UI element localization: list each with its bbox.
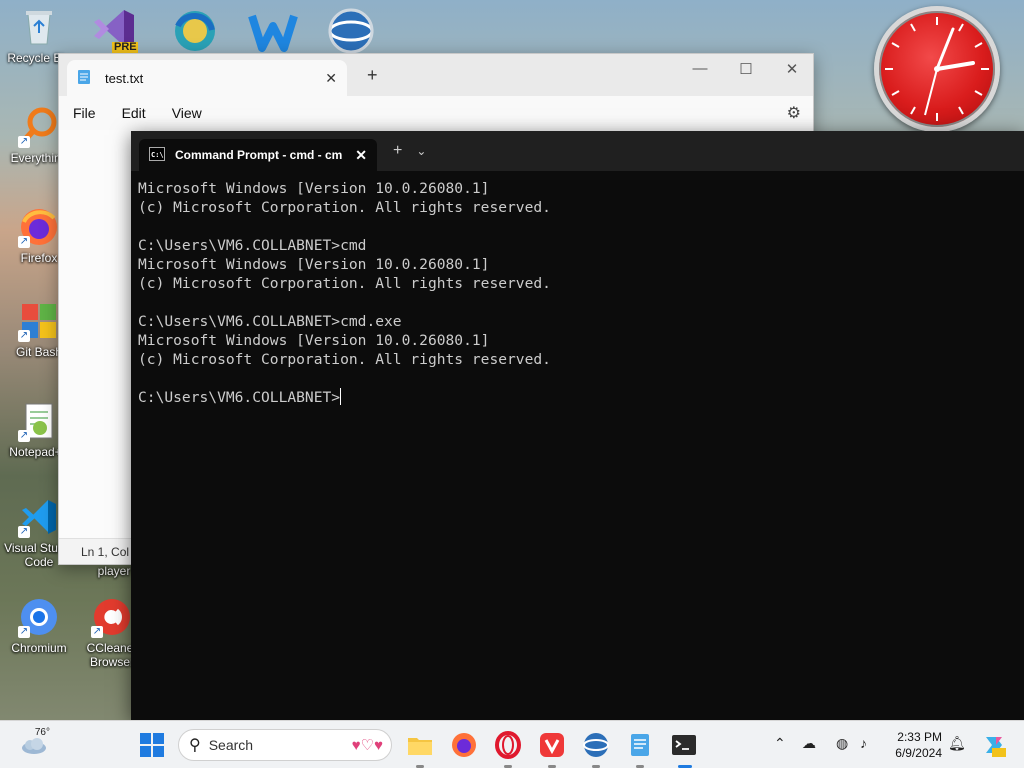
chevron-up-icon[interactable]: ⌃	[774, 735, 786, 752]
notepad-menu-bar: File Edit View ⚙	[59, 96, 813, 130]
firefox-icon: ↗	[18, 206, 60, 248]
shortcut-arrow-icon: ↗	[18, 526, 30, 538]
wing-shortcut[interactable]	[248, 6, 298, 56]
vscode-icon: ↗	[18, 496, 60, 538]
taskbar-opera[interactable]	[494, 731, 522, 759]
terminal-tab-title: Command Prompt - cmd - cm	[175, 148, 343, 162]
terminal-line: C:\Users\VM6.COLLABNET>cmd.exe	[138, 313, 402, 330]
copilot-button[interactable]	[980, 731, 1008, 759]
menu-file[interactable]: File	[73, 105, 96, 121]
shortcut-arrow-icon: ↗	[18, 430, 30, 442]
menu-edit[interactable]: Edit	[122, 105, 146, 121]
ccleaner-browser-icon: ↗	[91, 596, 133, 638]
search-highlight-icon: ♥♡♥	[351, 737, 383, 754]
shortcut-arrow-icon: ↗	[18, 236, 30, 248]
visual-studio-preview-shortcut[interactable]: PRE	[90, 6, 140, 56]
taskbar-search[interactable]: ⚲ Search ♥♡♥	[178, 729, 392, 761]
taskbar-terminal[interactable]	[670, 731, 698, 759]
new-tab-button[interactable]: +	[367, 65, 378, 86]
taskbar: 76° ⚲ Search ♥♡♥ ⌃ ☁ ◍ ♪ 2:33 PM 6/9/202…	[0, 720, 1024, 768]
pre-badge: PRE	[114, 41, 137, 53]
notepad-tab-bar: test.txt ✕ + — ☐ ✕	[59, 54, 813, 96]
desktop-icon-chromium[interactable]: ↗ Chromium	[0, 596, 78, 655]
taskbar-clock[interactable]: 2:33 PM 6/9/2024	[886, 729, 942, 761]
terminal-line: Microsoft Windows [Version 10.0.26080.1]	[138, 332, 490, 349]
terminal-output[interactable]: Microsoft Windows [Version 10.0.26080.1]…	[131, 171, 1024, 415]
terminal-icon	[672, 735, 696, 755]
terminal-tab[interactable]: C:\ Command Prompt - cmd - cm ✕	[139, 139, 377, 171]
svg-text:C:\: C:\	[151, 151, 164, 159]
edge-dev-icon	[175, 11, 215, 51]
terminal-line: Microsoft Windows [Version 10.0.26080.1]	[138, 256, 490, 273]
new-tab-button[interactable]: +	[393, 142, 402, 160]
taskbar-firefox[interactable]	[450, 731, 478, 759]
terminal-line: (c) Microsoft Corporation. All rights re…	[138, 275, 551, 292]
terminal-window[interactable]: C:\ Command Prompt - cmd - cm ✕ + ⌄ Micr…	[131, 131, 1024, 720]
copilot-pre-icon	[986, 737, 1006, 757]
cloud-icon	[22, 738, 46, 754]
taskbar-globe-browser[interactable]	[582, 731, 610, 759]
close-window-button[interactable]: ✕	[777, 60, 807, 78]
terminal-prompt: C:\Users\VM6.COLLABNET>	[138, 389, 341, 406]
globe-browser-shortcut[interactable]	[326, 6, 376, 56]
clock-face-icon	[885, 17, 989, 121]
file-explorer-icon	[408, 738, 432, 755]
taskbar-time: 2:33 PM	[897, 730, 942, 744]
chromium-icon: ↗	[18, 596, 60, 638]
volume-icon[interactable]: ♪	[860, 735, 867, 751]
chevron-down-icon[interactable]: ⌄	[416, 144, 426, 158]
menu-view[interactable]: View	[172, 105, 202, 121]
terminal-tab-bar: C:\ Command Prompt - cmd - cm ✕ + ⌄	[131, 131, 1024, 171]
windows-logo-icon	[140, 733, 164, 757]
taskbar-date: 6/9/2024	[895, 746, 942, 760]
network-icon[interactable]: ◍	[836, 735, 848, 752]
everything-search-icon: ↗	[18, 106, 60, 148]
notification-bell-icon[interactable]: 🔔︎	[948, 735, 966, 752]
notepad-tab-title: test.txt	[105, 70, 144, 86]
onedrive-icon[interactable]: ☁	[802, 735, 816, 752]
wing-icon	[248, 14, 298, 52]
weather-widget[interactable]: 76°	[14, 727, 54, 757]
shortcut-arrow-icon: ↗	[18, 330, 30, 342]
taskbar-vivaldi[interactable]	[538, 731, 566, 759]
shortcut-arrow-icon: ↗	[18, 626, 30, 638]
cursor-position: Ln 1, Col	[81, 545, 130, 559]
terminal-line: Microsoft Windows [Version 10.0.26080.1]	[138, 180, 490, 197]
taskbar-file-explorer[interactable]	[406, 731, 434, 759]
minimize-button[interactable]: —	[685, 60, 715, 77]
analog-clock-gadget	[874, 6, 1000, 132]
search-icon: ⚲	[189, 737, 201, 754]
weather-temp: 76°	[34, 727, 50, 738]
close-tab-icon[interactable]: ✕	[355, 147, 367, 164]
terminal-line: C:\Users\VM6.COLLABNET>cmd	[138, 237, 367, 254]
git-bash-icon: ↗	[18, 300, 60, 342]
vivaldi-icon	[540, 733, 564, 757]
edge-dev-shortcut[interactable]	[170, 6, 220, 56]
browser-globe-icon	[328, 8, 374, 54]
terminal-line: (c) Microsoft Corporation. All rights re…	[138, 351, 551, 368]
maximize-button[interactable]: ☐	[731, 60, 761, 78]
notepad-app-icon	[77, 69, 91, 88]
browser-globe-icon	[583, 733, 609, 757]
firefox-icon	[452, 733, 476, 757]
notepad-icon	[631, 734, 649, 756]
recycle-bin-icon	[18, 6, 60, 48]
close-tab-icon[interactable]: ✕	[325, 70, 337, 87]
shortcut-arrow-icon: ↗	[18, 136, 30, 148]
terminal-line: (c) Microsoft Corporation. All rights re…	[138, 199, 551, 216]
opera-icon	[495, 731, 521, 759]
search-placeholder: Search	[208, 737, 254, 753]
shortcut-arrow-icon: ↗	[91, 626, 103, 638]
terminal-prompt-line: C:\Users\VM6.COLLABNET>	[138, 388, 1017, 407]
text-cursor	[340, 388, 342, 405]
notepad-plus-plus-icon: ↗	[18, 400, 60, 442]
notepad-tab[interactable]: test.txt ✕	[67, 60, 347, 96]
settings-gear-icon[interactable]: ⚙	[787, 103, 801, 123]
cmd-icon: C:\	[149, 146, 165, 164]
start-button[interactable]	[138, 731, 166, 759]
taskbar-notepad[interactable]	[626, 731, 654, 759]
